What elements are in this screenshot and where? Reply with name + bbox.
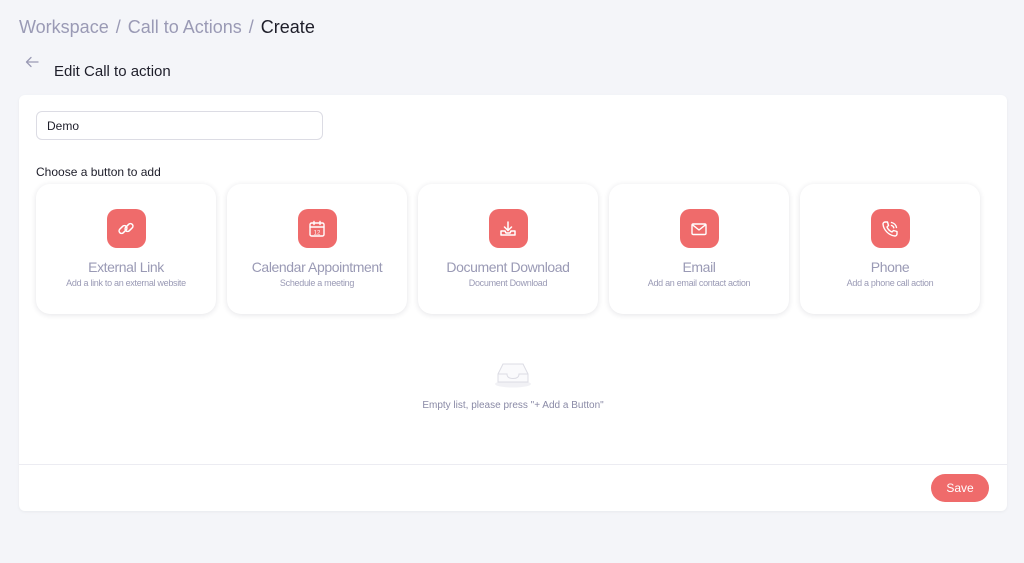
option-calendar-appointment[interactable]: 12 Calendar Appointment Schedule a meeti…: [227, 184, 407, 314]
save-button[interactable]: Save: [931, 474, 989, 502]
option-phone[interactable]: Phone Add a phone call action: [800, 184, 980, 314]
option-title: Document Download: [446, 259, 570, 275]
breadcrumb-separator: /: [248, 17, 254, 37]
option-description: Schedule a meeting: [279, 278, 355, 288]
footer-divider: [19, 464, 1007, 465]
download-icon: [488, 209, 528, 248]
button-options: External Link Add a link to an external …: [36, 184, 980, 314]
name-input[interactable]: [36, 111, 323, 140]
breadcrumb-call-to-actions[interactable]: Call to Actions: [128, 17, 242, 38]
phone-icon: [870, 209, 910, 248]
option-title: Phone: [870, 259, 910, 275]
mail-icon: [679, 209, 719, 248]
empty-state: Empty list, please press "+ Add a Button…: [19, 360, 1007, 411]
option-title: Email: [682, 259, 716, 275]
svg-text:12: 12: [314, 230, 321, 236]
page-title: Edit Call to action: [54, 63, 171, 80]
breadcrumb-current: Create: [260, 17, 315, 37]
choose-button-label: Choose a button to add: [36, 165, 161, 179]
option-email[interactable]: Email Add an email contact action: [609, 184, 789, 314]
back-arrow-icon[interactable]: [25, 56, 39, 68]
breadcrumb: Workspace / Call to Actions / Create: [19, 17, 315, 38]
option-title: Calendar Appointment: [251, 259, 383, 275]
option-external-link[interactable]: External Link Add a link to an external …: [36, 184, 216, 314]
edit-card: Choose a button to add External Link Add…: [19, 95, 1007, 511]
option-description: Add a phone call action: [846, 278, 934, 288]
breadcrumb-separator: /: [115, 17, 121, 37]
inbox-icon: [495, 363, 531, 388]
breadcrumb-workspace[interactable]: Workspace: [19, 17, 109, 38]
calendar-icon: 12: [297, 209, 337, 248]
link-icon: [106, 209, 146, 248]
option-title: External Link: [88, 259, 164, 275]
option-document-download[interactable]: Document Download Document Download: [418, 184, 598, 314]
option-description: Add a link to an external website: [66, 278, 186, 288]
option-description: Add an email contact action: [647, 278, 751, 288]
empty-state-text: Empty list, please press "+ Add a Button…: [422, 400, 604, 411]
option-description: Document Download: [468, 278, 548, 288]
